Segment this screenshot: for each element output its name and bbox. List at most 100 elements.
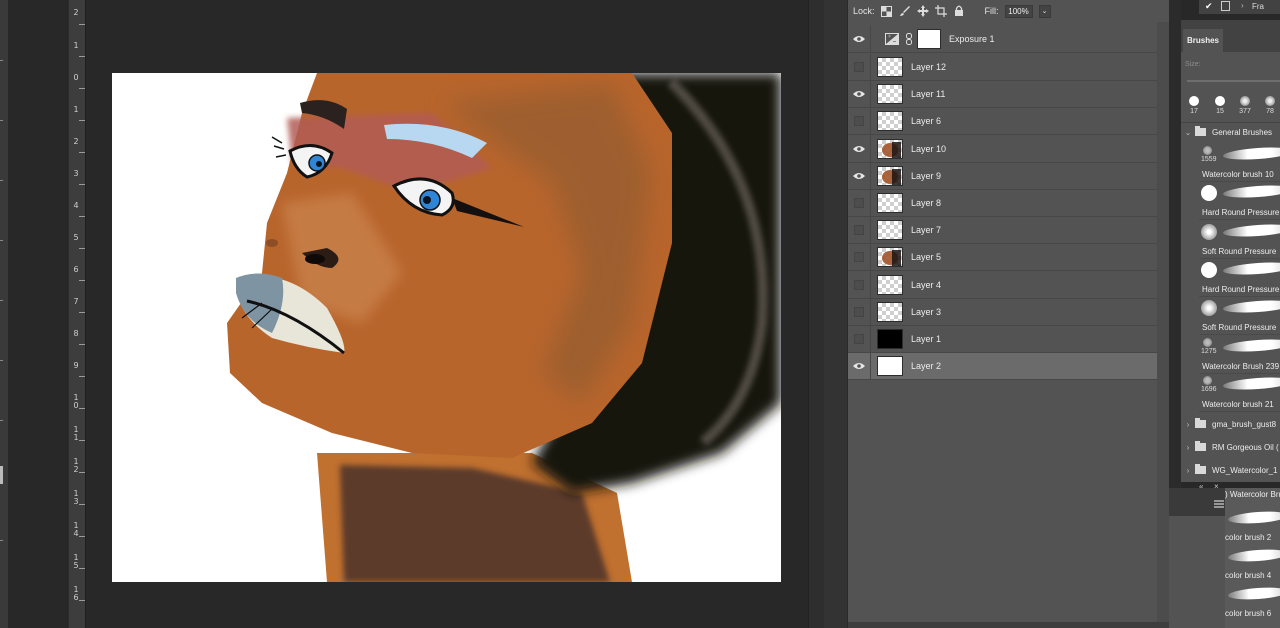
lower-tab-label[interactable]: ) Watercolor Bru xyxy=(1225,490,1280,499)
chevron-right-icon[interactable]: › xyxy=(1181,466,1195,475)
visibility-toggle[interactable] xyxy=(848,81,870,108)
brush-item[interactable]: 1559 Watercolor brush 10 xyxy=(1199,144,1280,182)
chevron-down-icon[interactable]: ⌄ xyxy=(1038,4,1051,18)
brush-folder-general[interactable]: ⌄ General Brushes xyxy=(1181,121,1280,143)
textured-brush-icon xyxy=(1240,96,1250,106)
size-slider[interactable] xyxy=(1187,80,1280,82)
brush-folder[interactable]: › gma_brush_gust8 xyxy=(1181,413,1280,435)
layer-thumbnail[interactable] xyxy=(877,247,903,268)
visibility-off-box xyxy=(854,279,864,290)
checkmark-icon[interactable]: ✔ xyxy=(1205,1,1213,12)
chevron-down-icon[interactable]: ⌄ xyxy=(1181,128,1195,137)
brush-item[interactable]: Soft Round Pressure xyxy=(1199,221,1280,259)
visibility-toggle[interactable] xyxy=(848,190,870,217)
layer-thumbnail[interactable] xyxy=(877,301,903,322)
layer-thumbnail[interactable] xyxy=(877,111,903,132)
lock-paint-brush-icon[interactable] xyxy=(899,5,911,17)
eye-icon xyxy=(853,91,865,98)
brush-stroke-preview xyxy=(1222,337,1280,353)
layer-thumbnail[interactable] xyxy=(877,165,903,186)
chevron-right-icon[interactable]: › xyxy=(1181,443,1195,452)
layer-thumbnail[interactable] xyxy=(877,274,903,295)
brush-item[interactable]: Hard Round Pressure xyxy=(1199,182,1280,221)
ruler-label: 5 xyxy=(73,233,79,242)
chevron-right-icon[interactable]: › xyxy=(1181,420,1195,429)
visibility-toggle[interactable] xyxy=(848,162,870,189)
document-canvas[interactable] xyxy=(112,73,781,582)
layer-row[interactable]: Layer 1 xyxy=(848,325,1157,353)
layer-row[interactable]: Layer 3 xyxy=(848,298,1157,326)
visibility-toggle[interactable] xyxy=(848,244,870,271)
brush-preset[interactable]: 17 xyxy=(1183,94,1205,122)
brush-item[interactable]: Hard Round Pressure xyxy=(1199,259,1280,297)
eye-icon xyxy=(853,172,865,179)
visibility-toggle[interactable] xyxy=(848,326,870,353)
visibility-off-box xyxy=(854,116,864,127)
folder-icon xyxy=(1195,126,1206,136)
ruler-label: 3 xyxy=(73,169,79,178)
edge-handle[interactable] xyxy=(0,466,3,484)
lock-bar: Lock: Fill: 100% ⌄ xyxy=(848,0,1170,22)
preset-size: 78 xyxy=(1266,108,1274,115)
left-tool-edge xyxy=(0,0,8,628)
brush-item[interactable]: Soft Round Pressure xyxy=(1199,297,1280,336)
visibility-toggle[interactable] xyxy=(848,353,870,380)
layer-row[interactable]: Layer 10 xyxy=(848,135,1157,163)
brush-name: Hard Round Pressure xyxy=(1202,208,1280,218)
layer-row[interactable]: Layer 8 xyxy=(848,189,1157,217)
layer-thumbnail[interactable] xyxy=(877,57,903,77)
visibility-toggle[interactable] xyxy=(848,217,870,244)
link-chain-icon[interactable] xyxy=(905,32,913,45)
layer-row[interactable]: Layer 5 xyxy=(848,243,1157,272)
lock-move-icon[interactable] xyxy=(916,5,929,17)
brush-folder[interactable]: › WG_Watercolor_1 xyxy=(1181,459,1280,481)
lock-all-icon[interactable] xyxy=(953,5,965,17)
brush-item[interactable]: 1275 Watercolor Brush 239 xyxy=(1199,336,1280,374)
textured-brush-icon xyxy=(1203,337,1212,347)
visibility-toggle[interactable] xyxy=(848,54,870,81)
panel-menu-icon[interactable] xyxy=(1214,500,1224,508)
lock-transparent-icon[interactable] xyxy=(881,5,893,17)
visibility-toggle[interactable] xyxy=(848,25,870,52)
visibility-toggle[interactable] xyxy=(848,271,870,298)
brush-item[interactable]: color brush 6 xyxy=(1225,582,1280,620)
lock-artboard-icon[interactable] xyxy=(934,5,947,17)
brush-preset[interactable]: 78 xyxy=(1259,94,1280,122)
layer-thumbnail[interactable] xyxy=(877,329,903,349)
brush-item[interactable]: color brush 4 xyxy=(1225,544,1280,582)
fill-input[interactable]: 100% xyxy=(1004,4,1033,18)
layer-row[interactable]: Layer 7 xyxy=(848,216,1157,245)
brush-name: color brush 6 xyxy=(1225,609,1272,618)
textured-brush-icon xyxy=(1265,96,1275,106)
layer-thumbnail[interactable] xyxy=(877,220,903,241)
layer-row[interactable]: Layer 6 xyxy=(848,107,1157,136)
brush-stroke-preview xyxy=(1222,260,1280,277)
visibility-toggle[interactable] xyxy=(848,135,870,162)
chevron-right-icon[interactable]: › xyxy=(1241,1,1244,10)
layer-row[interactable]: Layer 12 xyxy=(848,53,1157,81)
brush-stroke-preview xyxy=(1227,547,1280,564)
layer-thumbnail[interactable] xyxy=(877,138,903,159)
layer-row[interactable]: Layer 9 xyxy=(848,162,1157,190)
brush-name: Hard Round Pressure xyxy=(1202,284,1280,294)
layer-thumbnail[interactable] xyxy=(877,356,903,377)
layer-name: Layer 2 xyxy=(911,361,942,372)
brush-preset[interactable]: 15 xyxy=(1209,94,1231,122)
visibility-toggle[interactable] xyxy=(848,108,870,135)
layer-row[interactable]: Layer 2 xyxy=(848,352,1157,381)
layer-row[interactable]: Layer 4 xyxy=(848,271,1157,299)
layer-row[interactable]: Layer 11 xyxy=(848,80,1157,109)
visibility-off-box xyxy=(854,306,864,317)
layer-thumbnail[interactable] xyxy=(877,84,903,105)
vertical-ruler: 2 1 0 1 2 3 4 5 6 7 8 9 10 11 12 13 14 1… xyxy=(68,0,86,628)
brush-preset[interactable]: 377 xyxy=(1234,94,1256,122)
brush-item[interactable]: 1696 Watercolor brush 21 xyxy=(1199,374,1280,412)
layer-thumbnail[interactable] xyxy=(877,193,903,213)
folder-name: RM Gorgeous Oil ( xyxy=(1212,442,1279,452)
visibility-toggle[interactable] xyxy=(848,298,870,325)
layer-row-exposure[interactable]: Exposure 1 xyxy=(848,25,1157,53)
layer-mask-thumbnail[interactable] xyxy=(917,28,941,49)
brush-item[interactable]: color brush 2 xyxy=(1225,506,1280,544)
tab-brushes[interactable]: Brushes xyxy=(1183,29,1223,52)
brush-folder[interactable]: › RM Gorgeous Oil ( xyxy=(1181,436,1280,458)
